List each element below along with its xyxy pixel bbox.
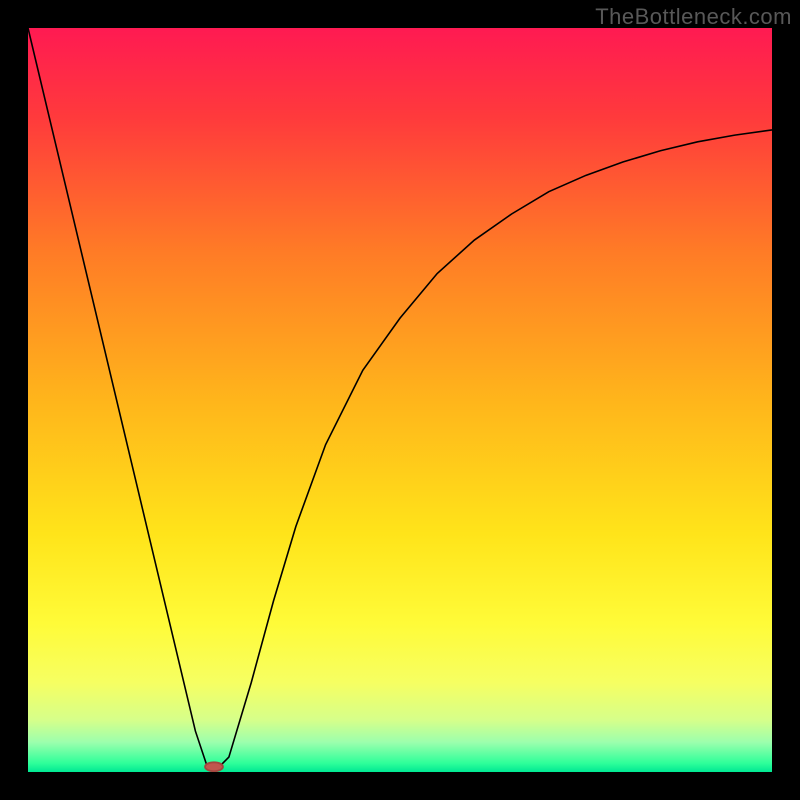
optimum-marker <box>205 762 223 771</box>
chart-frame: TheBottleneck.com <box>0 0 800 800</box>
bottleneck-chart <box>28 28 772 772</box>
watermark-text: TheBottleneck.com <box>595 4 792 30</box>
chart-background <box>28 28 772 772</box>
